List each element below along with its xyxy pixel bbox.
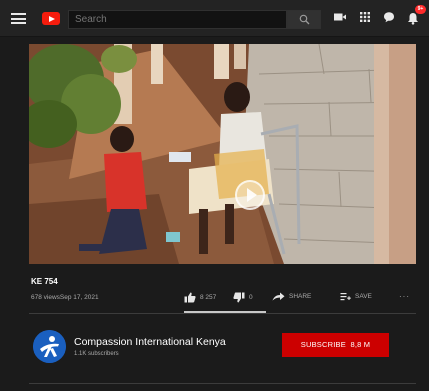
subscribe-button[interactable]: SUBSCRIBE 8,8 M — [282, 333, 389, 357]
subscribe-label: SUBSCRIBE — [300, 340, 346, 349]
search-button[interactable] — [287, 10, 321, 29]
share-label: SHARE — [289, 293, 312, 300]
view-count: 678 views — [31, 294, 60, 301]
compassion-logo-icon — [33, 330, 66, 363]
video-meta: 678 viewsSep 17, 2021 — [31, 294, 99, 301]
channel-name[interactable]: Compassion International Kenya — [74, 336, 226, 348]
like-button[interactable]: 8 257 — [184, 292, 216, 303]
share-arrow-icon — [272, 292, 285, 301]
apps-grid-icon[interactable] — [359, 11, 371, 23]
upload-date: Sep 17, 2021 — [59, 294, 99, 301]
more-actions-button[interactable]: ··· — [399, 292, 410, 301]
subscribe-count: 8,8 M — [350, 340, 371, 349]
hamburger-menu-icon[interactable] — [11, 13, 26, 24]
search-input[interactable] — [68, 10, 287, 29]
youtube-watch-page: 9+ — [0, 0, 429, 391]
divider-top — [29, 313, 416, 314]
like-count: 8 257 — [200, 294, 217, 301]
save-label: SAVE — [355, 293, 372, 300]
share-button[interactable]: SHARE — [272, 292, 311, 301]
search-icon — [299, 14, 310, 25]
youtube-logo-icon[interactable] — [42, 12, 60, 25]
thumbs-up-icon — [184, 292, 196, 303]
subscriber-count: 1.1K subscribers — [74, 351, 119, 357]
messages-icon[interactable] — [383, 11, 395, 23]
notifications-bell-icon[interactable] — [407, 12, 419, 25]
notification-count-badge: 9+ — [415, 5, 426, 14]
save-button[interactable]: SAVE — [340, 292, 372, 301]
video-title: KE 754 — [31, 277, 58, 286]
top-bar: 9+ — [0, 0, 429, 37]
thumbs-down-icon — [233, 292, 245, 303]
dislike-button[interactable]: 0 — [233, 292, 253, 303]
divider-bottom — [29, 383, 416, 384]
dislike-count: 0 — [249, 294, 253, 301]
play-button-icon[interactable] — [235, 180, 265, 210]
video-thumbnail — [29, 44, 416, 264]
create-video-icon[interactable] — [333, 11, 347, 23]
channel-avatar[interactable] — [33, 330, 66, 363]
video-player[interactable] — [29, 44, 416, 264]
save-playlist-icon — [340, 293, 351, 301]
more-icon: ··· — [399, 292, 410, 301]
